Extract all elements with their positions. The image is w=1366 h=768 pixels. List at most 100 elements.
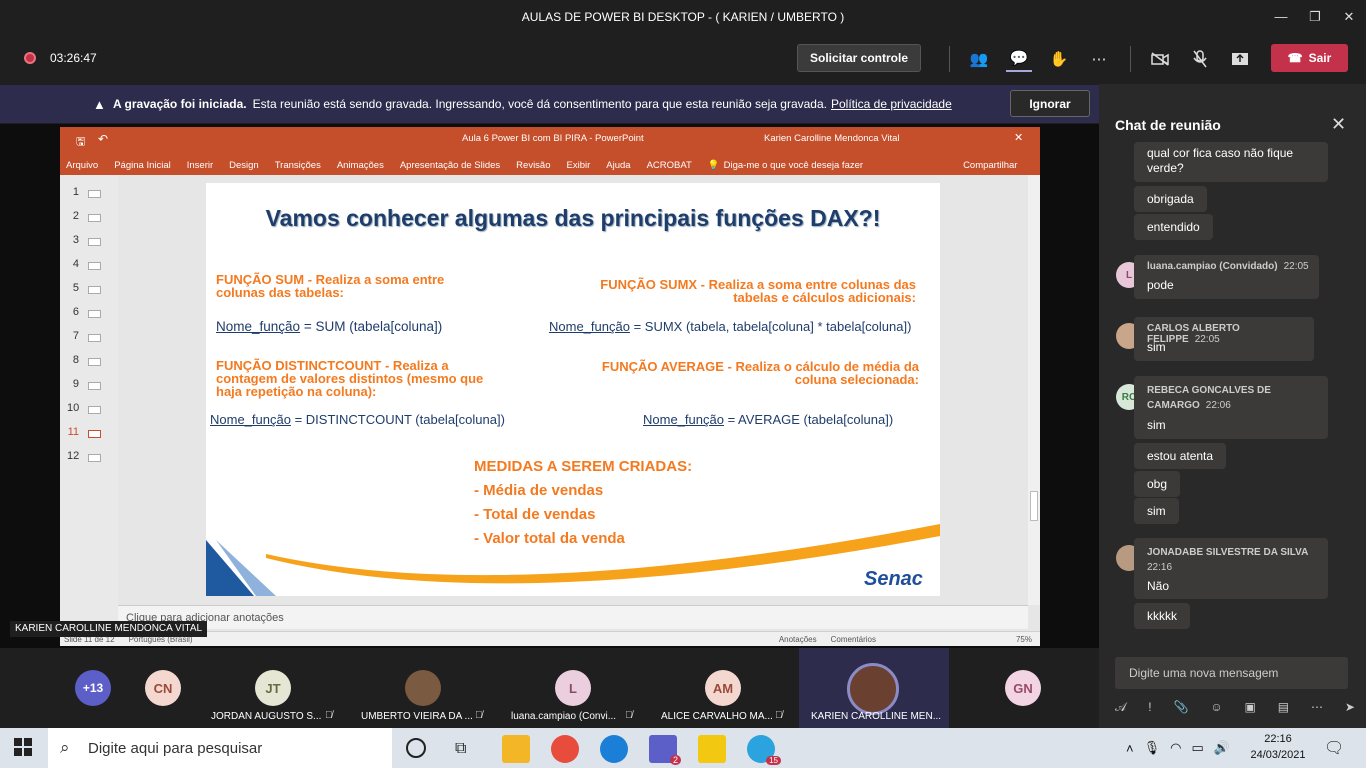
ignore-button[interactable]: Ignorar <box>1010 90 1090 117</box>
ribbon-tab[interactable]: Design <box>229 160 259 171</box>
participant-avatar-speaking <box>847 663 899 715</box>
medida-item: - Média de vendas <box>474 482 604 499</box>
ribbon-tab[interactable]: Exibir <box>567 160 591 171</box>
participant-tile[interactable]: L luana.campiao (Convi... 🎙̸ <box>499 648 649 728</box>
slide-thumb[interactable]: 2 <box>60 207 118 227</box>
undo-icon[interactable]: ↶ <box>98 132 108 146</box>
mic-off-icon[interactable] <box>1187 46 1213 72</box>
share-link[interactable]: Compartilhar <box>963 160 1017 171</box>
divider <box>1130 46 1131 72</box>
slide-thumb[interactable]: 6 <box>60 303 118 323</box>
slide-thumb[interactable]: 7 <box>60 327 118 347</box>
ppt-scrollbar[interactable] <box>1028 175 1040 605</box>
wifi-icon[interactable]: ◠ <box>1170 740 1181 756</box>
ribbon-tab[interactable]: Ajuda <box>606 160 630 171</box>
telegram-icon[interactable]: 15 <box>747 735 781 765</box>
slide-thumb[interactable]: 5 <box>60 279 118 299</box>
slide-thumb[interactable]: 8 <box>60 351 118 371</box>
chat-text: pode <box>1147 278 1174 292</box>
mic-icon[interactable]: 🎙 <box>1144 740 1161 756</box>
slide-thumb-active[interactable]: 11 <box>60 423 118 443</box>
edge-icon[interactable] <box>600 735 628 763</box>
send-icon[interactable]: ➤ <box>1345 700 1355 714</box>
chat-compose-input[interactable]: Digite uma nova mensagem <box>1115 657 1348 689</box>
tomato-app-icon[interactable] <box>551 735 579 763</box>
teams-icon[interactable]: 2 <box>649 735 681 765</box>
gif-icon[interactable]: ▣ <box>1244 700 1255 714</box>
ppt-close-icon[interactable]: ✕ <box>1014 131 1023 144</box>
notification-icon[interactable]: 🗨 <box>1324 738 1344 758</box>
status-comments[interactable]: Comentários <box>831 635 876 644</box>
participant-avatar <box>405 670 441 706</box>
battery-icon[interactable]: ▭ <box>1191 740 1203 756</box>
format-icon[interactable]: 𝒜 <box>1115 700 1126 715</box>
share-screen-icon[interactable] <box>1227 46 1253 72</box>
raise-hand-icon[interactable]: ✋ <box>1046 46 1072 72</box>
chat-meta: JONADABE SILVESTRE DA SILVA 22:16 <box>1147 547 1309 573</box>
privacy-link[interactable]: Política de privacidade <box>831 97 952 111</box>
participant-avatar: GN <box>1005 670 1041 706</box>
participant-tile[interactable]: UMBERTO VIEIRA DA ... 🎙̸ <box>349 648 499 728</box>
more-icon[interactable]: ⋯ <box>1311 700 1323 714</box>
chat-message: obrigada <box>1134 186 1207 212</box>
more-options-icon[interactable]: ⋯ <box>1086 46 1112 72</box>
slide-thumb[interactable]: 3 <box>60 231 118 251</box>
participants-icon[interactable]: 👥 <box>966 46 992 72</box>
ribbon-tab[interactable]: Página Inicial <box>114 160 171 171</box>
minimize-button[interactable]: — <box>1264 0 1298 34</box>
participant-name: luana.campiao (Convi... <box>511 711 617 722</box>
participant-tile-active[interactable]: KARIEN CAROLLINE MEN... <box>799 648 949 728</box>
maximize-button[interactable]: ❐ <box>1298 0 1332 34</box>
taskbar-search[interactable]: ⌕ Digite aqui para pesquisar <box>48 728 392 768</box>
overflow-participants[interactable]: +13 <box>75 670 111 706</box>
windows-start-icon[interactable] <box>14 738 32 761</box>
search-placeholder: Digite aqui para pesquisar <box>88 739 263 757</box>
close-chat-icon[interactable]: ✕ <box>1331 114 1346 135</box>
chevron-up-icon[interactable]: ˄ <box>1126 741 1134 756</box>
task-view-icon[interactable]: ⧉ <box>455 740 466 758</box>
ribbon-tab[interactable]: Apresentação de Slides <box>400 160 500 171</box>
sticker-icon[interactable]: ▤ <box>1278 700 1289 714</box>
notes-pane[interactable]: Clique para adicionar anotações <box>118 605 1028 629</box>
close-window-button[interactable]: ✕ <box>1332 0 1366 34</box>
sumx-formula: Nome_função = SUMX (tabela, tabela[colun… <box>549 319 911 334</box>
formula-fn: Nome_função <box>549 319 630 334</box>
leave-button[interactable]: ☎ Sair <box>1271 44 1348 72</box>
status-notes[interactable]: Anotações <box>779 635 817 644</box>
ribbon-tab[interactable]: Revisão <box>516 160 550 171</box>
slide-thumb[interactable]: 4 <box>60 255 118 275</box>
chat-icon[interactable]: 💬 <box>1006 46 1032 72</box>
formula-fn: Nome_função <box>643 412 724 427</box>
powerpoint-window: 🖫 ↶ Aula 6 Power BI com BI PIRA - PowerP… <box>60 127 1040 646</box>
chat-message: entendido <box>1134 214 1213 240</box>
cortana-icon[interactable] <box>406 738 426 758</box>
participant-tile[interactable]: JT JORDAN AUGUSTO S... 🎙̸ <box>199 648 349 728</box>
ribbon-tab[interactable]: Transições <box>275 160 321 171</box>
important-icon[interactable]: ! <box>1148 700 1151 714</box>
attach-icon[interactable]: 📎 <box>1173 700 1188 714</box>
slide-thumb[interactable]: 1 <box>60 183 118 203</box>
leave-label: Sair <box>1308 51 1332 65</box>
ribbon-tab[interactable]: ACROBAT <box>647 160 692 171</box>
save-icon[interactable]: 🖫 <box>76 133 85 152</box>
ribbon-tab[interactable]: Inserir <box>187 160 213 171</box>
mic-off-icon: 🎙̸ <box>325 710 333 721</box>
ppt-doc-title: Aula 6 Power BI com BI PIRA - PowerPoint <box>462 133 644 144</box>
ribbon-tab[interactable]: Arquivo <box>66 160 98 171</box>
volume-icon[interactable]: 🔊 <box>1214 740 1230 756</box>
slide-thumb[interactable]: 10 <box>60 399 118 419</box>
participant-tile[interactable]: AM ALICE CARVALHO MA... 🎙̸ <box>649 648 799 728</box>
camera-off-icon[interactable] <box>1147 46 1173 72</box>
chat-meta: luana.campiao (Convidado) 22:05 <box>1147 261 1309 272</box>
request-control-button[interactable]: Solicitar controle <box>797 44 921 72</box>
power-bi-icon[interactable] <box>698 735 726 763</box>
slide-thumb[interactable]: 9 <box>60 375 118 395</box>
taskbar-clock[interactable]: 22:16 24/03/2021 <box>1248 731 1308 763</box>
tell-me-input[interactable]: Diga-me o que você deseja fazer <box>724 160 863 171</box>
emoji-icon[interactable]: ☺ <box>1210 700 1222 714</box>
slide-thumb[interactable]: 12 <box>60 447 118 467</box>
lightbulb-icon: 💡 <box>707 159 720 171</box>
ribbon-tab[interactable]: Animações <box>337 160 384 171</box>
telegram-badge: 15 <box>766 756 781 765</box>
file-explorer-icon[interactable] <box>502 735 530 763</box>
